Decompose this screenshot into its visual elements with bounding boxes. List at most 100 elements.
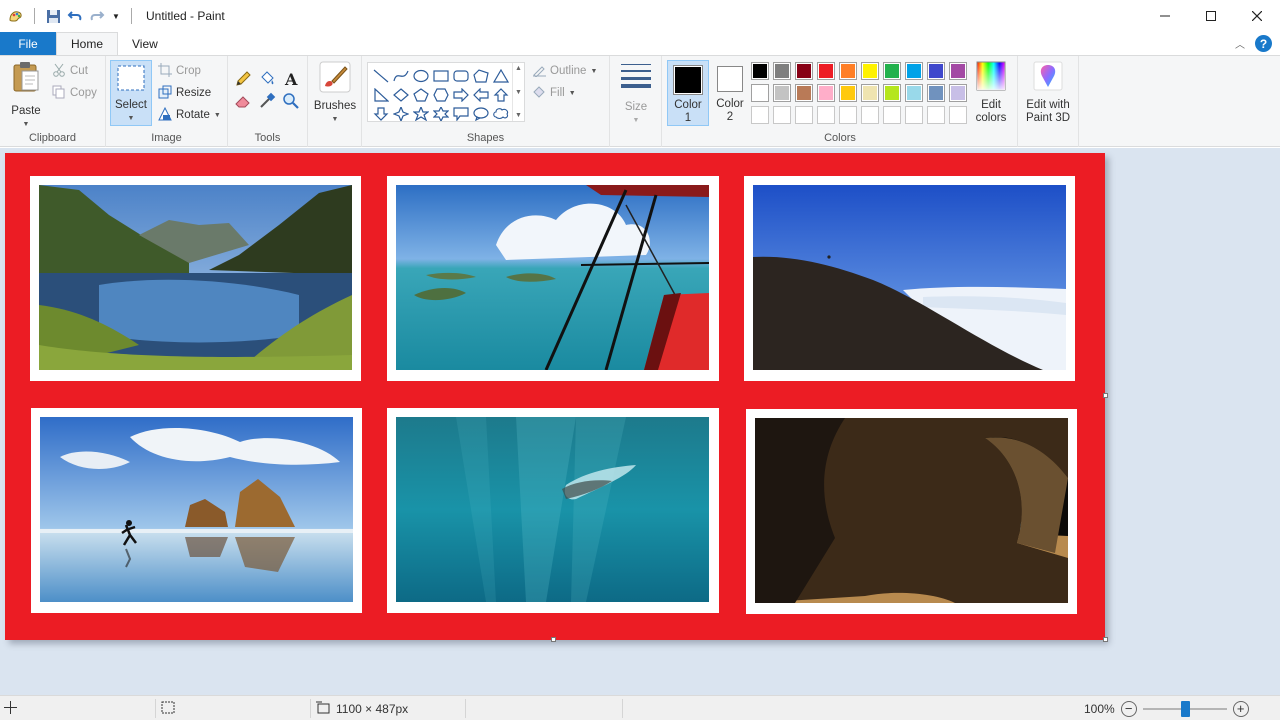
palette-swatch[interactable] bbox=[927, 84, 945, 102]
undo-icon[interactable] bbox=[67, 8, 83, 24]
palette-swatch[interactable] bbox=[927, 62, 945, 80]
sea-cave-photo[interactable] bbox=[746, 409, 1077, 614]
copy-button[interactable]: Copy bbox=[52, 84, 97, 102]
paste-button[interactable]: Paste ▼ bbox=[6, 61, 46, 131]
palette-swatch[interactable] bbox=[795, 62, 813, 80]
palette-swatch[interactable] bbox=[905, 84, 923, 102]
oval-shape-icon[interactable] bbox=[411, 66, 431, 85]
text-icon[interactable]: A bbox=[282, 70, 306, 92]
palette-swatch[interactable] bbox=[839, 84, 857, 102]
tab-file[interactable]: File bbox=[0, 32, 56, 56]
scroll-down-icon[interactable]: ▼ bbox=[515, 89, 522, 96]
right-arrow-shape-icon[interactable] bbox=[451, 85, 471, 104]
scroll-up-icon[interactable]: ▲ bbox=[515, 65, 522, 72]
palette-swatch[interactable] bbox=[839, 62, 857, 80]
hillside-clouds-photo[interactable] bbox=[744, 176, 1075, 381]
up-arrow-shape-icon[interactable] bbox=[491, 85, 511, 104]
beach-runner-photo[interactable] bbox=[31, 408, 362, 613]
custom-color-slot[interactable] bbox=[795, 106, 813, 124]
zoom-slider[interactable] bbox=[1142, 700, 1227, 717]
rectangular-callout-shape-icon[interactable] bbox=[451, 104, 471, 123]
canvas-workspace[interactable] bbox=[0, 148, 1280, 695]
zoom-slider-thumb[interactable] bbox=[1180, 700, 1190, 717]
four-point-star-shape-icon[interactable] bbox=[391, 104, 411, 123]
custom-color-slot[interactable] bbox=[751, 106, 769, 124]
palette-swatch[interactable] bbox=[949, 84, 967, 102]
hexagon-shape-icon[interactable] bbox=[431, 85, 451, 104]
palette-swatch[interactable] bbox=[949, 62, 967, 80]
custom-color-slot[interactable] bbox=[927, 106, 945, 124]
palette-swatch[interactable] bbox=[861, 62, 879, 80]
brushes-button[interactable]: Brushes ▼ bbox=[313, 61, 357, 126]
cloud-callout-shape-icon[interactable] bbox=[491, 104, 511, 123]
palette-swatch[interactable] bbox=[817, 84, 835, 102]
close-button[interactable] bbox=[1234, 0, 1280, 32]
canvas-resize-handle-right[interactable] bbox=[1103, 393, 1108, 398]
custom-color-slot[interactable] bbox=[883, 106, 901, 124]
save-icon[interactable] bbox=[45, 8, 61, 24]
triangle-shape-icon[interactable] bbox=[491, 66, 511, 85]
aerial-islands-photo[interactable] bbox=[387, 176, 719, 381]
line-shape-icon[interactable] bbox=[371, 66, 391, 85]
drawing-canvas[interactable] bbox=[5, 153, 1105, 640]
maximize-button[interactable] bbox=[1188, 0, 1234, 32]
color2-button[interactable]: Color 2 bbox=[711, 60, 749, 126]
down-arrow-shape-icon[interactable] bbox=[371, 104, 391, 123]
palette-swatch[interactable] bbox=[883, 84, 901, 102]
palette-swatch[interactable] bbox=[861, 84, 879, 102]
crop-button[interactable]: Crop bbox=[158, 62, 201, 80]
edit-colors-button[interactable]: Edit colors bbox=[966, 61, 1016, 125]
rotate-button[interactable]: Rotate ▼ bbox=[158, 106, 221, 124]
canvas-resize-handle-bottom[interactable] bbox=[551, 637, 556, 642]
shapes-gallery-scroll[interactable]: ▲ ▼ ▼ bbox=[512, 63, 524, 121]
cut-button[interactable]: Cut bbox=[52, 62, 88, 80]
palette-swatch[interactable] bbox=[751, 84, 769, 102]
pentagon-shape-icon[interactable] bbox=[411, 85, 431, 104]
palette-swatch[interactable] bbox=[817, 62, 835, 80]
size-button[interactable]: Size ▼ bbox=[616, 62, 656, 127]
custom-color-slot[interactable] bbox=[949, 106, 967, 124]
canvas-resize-handle-corner[interactable] bbox=[1103, 637, 1108, 642]
custom-color-slot[interactable] bbox=[861, 106, 879, 124]
eraser-icon[interactable] bbox=[234, 92, 258, 114]
zoom-out-button[interactable]: − bbox=[1120, 700, 1137, 717]
custom-color-slot[interactable] bbox=[773, 106, 791, 124]
right-triangle-shape-icon[interactable] bbox=[371, 85, 391, 104]
custom-color-slot[interactable] bbox=[905, 106, 923, 124]
tab-view[interactable]: View bbox=[118, 32, 172, 56]
palette-swatch[interactable] bbox=[751, 62, 769, 80]
select-button[interactable]: Select ▼ bbox=[110, 60, 152, 126]
gallery-expand-icon[interactable]: ▼ bbox=[515, 112, 522, 119]
diamond-shape-icon[interactable] bbox=[391, 85, 411, 104]
palette-swatch[interactable] bbox=[795, 84, 813, 102]
edit-with-paint3d-button[interactable]: Edit with Paint 3D bbox=[1022, 61, 1074, 125]
collapse-ribbon-icon[interactable]: ︿ bbox=[1235, 36, 1245, 51]
six-point-star-shape-icon[interactable] bbox=[431, 104, 451, 123]
rounded-rectangle-shape-icon[interactable] bbox=[451, 66, 471, 85]
color-picker-icon[interactable] bbox=[258, 92, 282, 114]
help-icon[interactable]: ? bbox=[1255, 35, 1272, 52]
color1-button[interactable]: Color 1 bbox=[667, 60, 709, 126]
redo-icon[interactable] bbox=[89, 8, 105, 24]
fill-button[interactable]: Fill ▼ bbox=[532, 84, 576, 102]
curve-shape-icon[interactable] bbox=[391, 66, 411, 85]
tab-home[interactable]: Home bbox=[56, 32, 119, 56]
rectangle-shape-icon[interactable] bbox=[431, 66, 451, 85]
custom-color-slot[interactable] bbox=[839, 106, 857, 124]
fill-bucket-icon[interactable] bbox=[258, 70, 282, 92]
polygon-shape-icon[interactable] bbox=[471, 66, 491, 85]
palette-swatch[interactable] bbox=[883, 62, 901, 80]
palette-swatch[interactable] bbox=[905, 62, 923, 80]
magnifier-icon[interactable] bbox=[282, 92, 306, 114]
outline-button[interactable]: Outline ▼ bbox=[532, 62, 597, 80]
zoom-in-button[interactable]: + bbox=[1232, 700, 1249, 717]
resize-button[interactable]: Resize bbox=[158, 84, 211, 102]
pencil-icon[interactable] bbox=[234, 70, 258, 92]
paint-app-icon[interactable] bbox=[8, 8, 24, 24]
oval-callout-shape-icon[interactable] bbox=[471, 104, 491, 123]
mountain-lake-photo[interactable] bbox=[30, 176, 361, 381]
palette-swatch[interactable] bbox=[773, 62, 791, 80]
minimize-button[interactable] bbox=[1142, 0, 1188, 32]
palette-swatch[interactable] bbox=[773, 84, 791, 102]
custom-color-slot[interactable] bbox=[817, 106, 835, 124]
